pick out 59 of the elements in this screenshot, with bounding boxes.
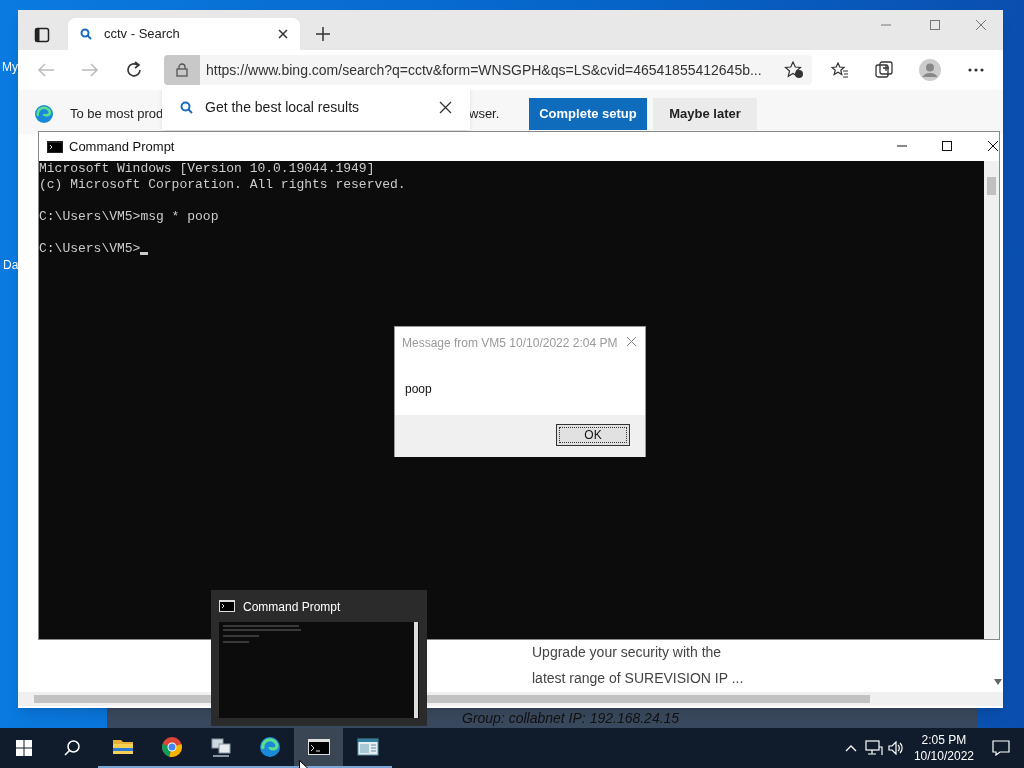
- profile-avatar-icon[interactable]: [919, 59, 941, 81]
- console-icon: [219, 600, 235, 612]
- edge-logo-icon: [34, 104, 54, 124]
- console-line: (c) Microsoft Corporation. All rights reserved.: [39, 177, 406, 193]
- address-bar[interactable]: https://www.bing.com/search?q=cctv&form=WNSGPH&qs=LS&cvid=46541855412645b...: [164, 55, 812, 85]
- network-computers-icon: [209, 736, 232, 758]
- scrollbar-thumb[interactable]: [987, 177, 996, 195]
- notification-icon[interactable]: [992, 740, 1010, 756]
- taskbar-preview[interactable]: Command Prompt: [211, 590, 427, 726]
- chevron-up-icon[interactable]: [844, 744, 857, 752]
- search-icon: [80, 28, 92, 40]
- desktop-icon-label: Da: [3, 257, 19, 274]
- tab-actions-icon[interactable]: [34, 27, 50, 43]
- volume-icon[interactable]: [887, 741, 904, 755]
- lock-icon: [176, 63, 188, 77]
- edge-icon: [258, 736, 281, 758]
- clock-date[interactable]: 10/10/2022: [913, 748, 974, 764]
- close-icon[interactable]: [439, 101, 452, 114]
- browser-icon: [160, 736, 183, 758]
- content-text: latest range of SUREVISION IP ...: [532, 669, 744, 688]
- search-icon: [64, 740, 80, 756]
- maybe-later-button[interactable]: Maybe later: [653, 98, 757, 130]
- window-text: Group: collabnet IP: 192.168.24.15: [462, 709, 680, 728]
- network-icon[interactable]: [864, 740, 883, 756]
- console-icon: [307, 736, 330, 758]
- console-line: C:\Users\VM5>msg * poop: [39, 209, 219, 225]
- maximize-icon[interactable]: [941, 140, 953, 152]
- info-text: wser.: [469, 105, 500, 123]
- console-line: Microsoft Windows [Version 10.0.19044.1949]: [39, 161, 375, 177]
- message-text: poop: [405, 381, 432, 398]
- favorite-add-icon[interactable]: [784, 61, 804, 79]
- new-tab-icon[interactable]: [316, 27, 330, 41]
- more-icon[interactable]: [968, 68, 984, 72]
- ok-button[interactable]: OK: [556, 424, 630, 446]
- url-text: https://www.bing.com/search?q=cctv&form=WNSGPH&qs=LS&cvid=46541855412645b...: [206, 60, 762, 80]
- content-text: Upgrade your security with the: [532, 643, 723, 662]
- console-line: C:\Users\VM5>: [39, 241, 141, 257]
- taskbar-app-button[interactable]: [294, 728, 343, 768]
- close-icon[interactable]: [987, 140, 999, 152]
- refresh-icon[interactable]: [125, 61, 143, 79]
- clock-time[interactable]: 2:05 PM: [921, 732, 967, 748]
- window-title: Command Prompt: [69, 137, 175, 156]
- windows-logo-icon: [16, 740, 32, 756]
- favorites-icon[interactable]: [831, 62, 849, 78]
- complete-setup-button[interactable]: Complete setup: [529, 98, 647, 130]
- vertical-scrollbar[interactable]: [984, 161, 999, 639]
- scroll-down-icon[interactable]: [994, 679, 1002, 685]
- text-cursor: [140, 252, 149, 255]
- desktop-icon-label: My: [2, 59, 18, 76]
- close-icon[interactable]: [278, 29, 288, 39]
- search-icon: [180, 101, 193, 114]
- app-window-icon: [356, 736, 379, 758]
- dialog-title: Message from VM5 10/10/2022 2:04 PM: [402, 335, 618, 352]
- info-text: To be most prod: [70, 105, 164, 123]
- browser-tab[interactable]: cctv - Search: [68, 18, 300, 50]
- popup-title: Get the best local results: [205, 98, 361, 117]
- console-icon: [47, 140, 63, 153]
- preview-title: Command Prompt: [243, 599, 341, 616]
- collections-icon[interactable]: [875, 61, 893, 79]
